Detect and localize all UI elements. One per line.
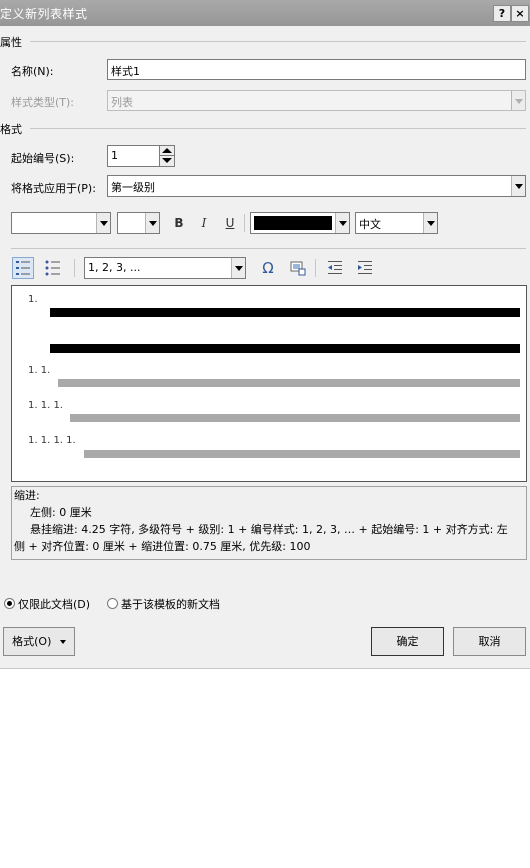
font-select[interactable]	[11, 212, 111, 234]
name-label: 名称(N):	[11, 65, 54, 78]
list-preview: 1. 1. 1. 1. 1. 1. 1. 1. 1. 1.	[11, 285, 527, 482]
define-list-style-dialog: 定义新列表样式 ? × 属性 名称(N): 样式1 样式类型(T): 列表 格式…	[0, 0, 530, 669]
chevron-down-icon	[96, 213, 110, 233]
description-line: 侧 + 对齐位置: 0 厘米 + 缩进位置: 0.75 厘米, 优先级: 100	[14, 540, 311, 553]
preview-level-1-text-bar	[50, 344, 520, 353]
preview-level-1-number: 1.	[28, 294, 38, 305]
start-number-stepper[interactable]: 1	[107, 145, 175, 167]
symbol-icon[interactable]: Ω	[257, 257, 279, 279]
font-color-swatch	[254, 216, 332, 230]
template-label[interactable]: 基于该模板的新文档	[121, 596, 220, 612]
toolbar-separator	[315, 259, 316, 277]
ok-button[interactable]: 确定	[371, 627, 444, 656]
preview-level-2-number: 1. 1.	[28, 365, 51, 376]
toolbar-separator	[244, 214, 245, 232]
chevron-down-icon	[423, 213, 437, 233]
description-line: 缩进:	[14, 489, 40, 502]
start-number-value: 1	[111, 149, 118, 162]
apply-to-select[interactable]: 第一级别	[107, 175, 526, 197]
this-document-label[interactable]: 仅限此文档(D)	[18, 596, 90, 612]
bold-button[interactable]: B	[168, 212, 190, 234]
language-value: 中文	[359, 218, 381, 231]
chevron-down-icon	[511, 176, 525, 196]
preview-level-4-number: 1. 1. 1. 1.	[28, 435, 76, 446]
picture-bullet-icon[interactable]	[287, 257, 309, 279]
decrease-indent-icon[interactable]	[324, 257, 346, 279]
start-number-label: 起始编号(S):	[11, 152, 75, 165]
font-size-select[interactable]	[117, 212, 160, 234]
increase-indent-icon[interactable]	[354, 257, 376, 279]
toolbar-separator	[74, 259, 75, 277]
chevron-down-icon	[335, 213, 349, 233]
language-select[interactable]: 中文	[355, 212, 438, 234]
name-field[interactable]: 样式1	[107, 59, 526, 80]
chevron-down-icon	[145, 213, 159, 233]
style-description: 缩进: 左侧: 0 厘米 悬挂缩进: 4.25 字符, 多级符号 + 级别: 1…	[11, 486, 527, 560]
format-separator	[30, 128, 526, 129]
this-document-radio[interactable]	[4, 598, 15, 609]
preview-level-1-text-bar	[50, 308, 520, 317]
preview-level-3-number: 1. 1. 1.	[28, 400, 63, 411]
style-type-label: 样式类型(T):	[11, 96, 75, 109]
properties-separator	[30, 41, 526, 42]
description-line: 悬挂缩进: 4.25 字符, 多级符号 + 级别: 1 + 编号样式: 1, 2…	[30, 523, 508, 536]
apply-to-value: 第一级别	[111, 181, 155, 194]
chevron-down-icon	[511, 91, 525, 110]
description-line: 左侧: 0 厘米	[30, 506, 92, 519]
template-radio[interactable]	[107, 598, 118, 609]
help-button[interactable]: ?	[493, 5, 511, 22]
font-color-select[interactable]	[250, 212, 350, 234]
title-bar: 定义新列表样式 ? ×	[0, 0, 530, 26]
numbering-style-select[interactable]: 1, 2, 3, ...	[84, 257, 246, 279]
numbered-list-icon[interactable]	[12, 257, 34, 279]
numbering-style-value: 1, 2, 3, ...	[88, 261, 141, 274]
cancel-button[interactable]: 取消	[453, 627, 526, 656]
preview-level-4-text-bar	[84, 450, 520, 458]
caret-down-icon	[59, 640, 66, 644]
apply-to-label: 将格式应用于(P):	[11, 182, 96, 195]
properties-heading: 属性	[0, 36, 22, 49]
style-type-select[interactable]: 列表	[107, 90, 526, 111]
toolbar-divider	[11, 248, 526, 249]
format-heading: 格式	[0, 123, 22, 136]
spin-up-icon[interactable]	[160, 146, 174, 156]
close-button[interactable]: ×	[511, 5, 529, 22]
format-button-label: 格式(O)	[12, 635, 52, 648]
name-value: 样式1	[111, 65, 140, 78]
preview-level-2-text-bar	[58, 379, 520, 387]
style-type-value: 列表	[111, 96, 133, 109]
bulleted-list-icon[interactable]	[42, 257, 64, 279]
spin-buttons[interactable]	[159, 146, 174, 166]
italic-button[interactable]: I	[193, 212, 215, 234]
dialog-title: 定义新列表样式	[0, 7, 88, 21]
underline-button[interactable]: U	[219, 212, 241, 234]
format-menu-button[interactable]: 格式(O)	[3, 627, 75, 656]
spin-down-icon[interactable]	[160, 156, 174, 166]
chevron-down-icon	[231, 258, 245, 278]
preview-level-3-text-bar	[70, 414, 520, 422]
